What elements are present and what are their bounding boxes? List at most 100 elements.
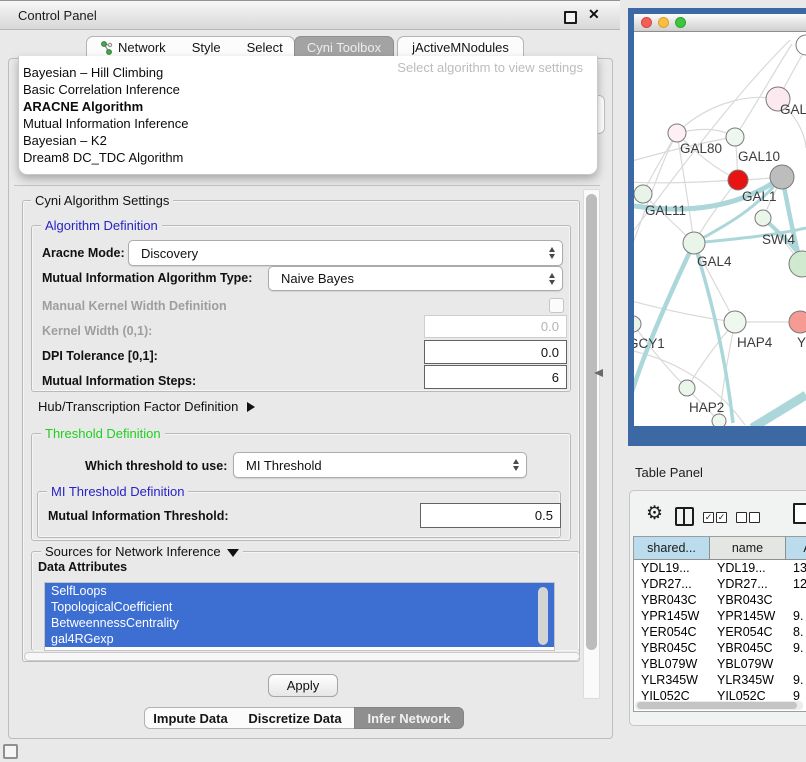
- zoom-window-icon[interactable]: [675, 17, 686, 28]
- gear-icon[interactable]: ⚙: [646, 502, 663, 525]
- column-header-1[interactable]: shared...: [634, 537, 710, 559]
- table-cell: YDR27...: [710, 577, 786, 591]
- table-row[interactable]: YBL079WYBL079W: [634, 656, 806, 672]
- tab-infer-network-label: Infer Network: [367, 711, 450, 726]
- attribute-list-item[interactable]: TopologicalCoefficient: [45, 599, 554, 615]
- dpi-tolerance-field[interactable]: 0.0: [424, 340, 567, 364]
- data-attributes-list[interactable]: SelfLoopsTopologicalCoefficientBetweenne…: [44, 582, 555, 651]
- checked-checkbox-icon[interactable]: ✓: [716, 512, 727, 523]
- tab-jactivemnodules[interactable]: jActiveMNodules: [397, 36, 524, 58]
- algorithm-option[interactable]: ARACNE Algorithm: [23, 99, 583, 116]
- node-table: shared...nameA YDL19...YDL19...13YDR27..…: [633, 536, 806, 712]
- network-node-GAL11[interactable]: [634, 185, 652, 203]
- mi-steps-label: Mutual Information Steps:: [42, 374, 196, 388]
- network-canvas[interactable]: GALGAL80GAL10GAL1GAL11SWI4GAL4GCY1HAP4YH…: [634, 33, 806, 426]
- hub-definition-expander[interactable]: Hub/Transcription Factor Definition: [38, 399, 255, 414]
- tab-discretize-data[interactable]: Discretize Data: [236, 707, 355, 729]
- float-panel-icon[interactable]: [564, 11, 577, 24]
- network-node-GCY1[interactable]: [634, 316, 641, 332]
- table-row[interactable]: YPR145WYPR145W9.: [634, 608, 806, 624]
- panel-vertical-scrollbar[interactable]: [583, 189, 600, 699]
- network-node-GAL4[interactable]: [683, 232, 705, 254]
- mi-steps-field[interactable]: 6: [424, 365, 567, 389]
- attribute-list-item[interactable]: gal4RGexp: [45, 631, 554, 647]
- column-header-3[interactable]: A: [786, 537, 806, 559]
- aracne-mode-label: Aracne Mode:: [42, 246, 125, 260]
- unchecked-checkbox-icon[interactable]: [736, 512, 747, 523]
- tab-network[interactable]: Network: [87, 37, 179, 58]
- scrollbar-thumb[interactable]: [586, 194, 597, 650]
- table-horizontal-scrollbar[interactable]: [635, 701, 803, 710]
- tab-jactivemnodules-label: jActiveMNodules: [412, 40, 509, 55]
- algorithm-option[interactable]: Bayesian – K2: [23, 133, 583, 150]
- minimize-window-icon[interactable]: [658, 17, 669, 28]
- checked-checkbox-icon[interactable]: ✓: [703, 512, 714, 523]
- tab-style[interactable]: Style: [179, 37, 234, 58]
- control-panel-title: Control Panel: [18, 8, 97, 23]
- network-node[interactable]: [770, 165, 794, 189]
- tab-infer-network[interactable]: Infer Network: [354, 707, 464, 729]
- table-row[interactable]: YDL19...YDL19...13: [634, 560, 806, 576]
- table-row[interactable]: YLR345WYLR345W9.: [634, 672, 806, 688]
- close-window-icon[interactable]: [641, 17, 652, 28]
- mi-type-label: Mutual Information Algorithm Type:: [42, 271, 252, 285]
- attribute-list-item[interactable]: BetweennessCentrality: [45, 615, 554, 631]
- sources-legend[interactable]: Sources for Network Inference: [41, 544, 243, 559]
- tab-select[interactable]: Select: [234, 37, 296, 58]
- table-row[interactable]: YIL052CYIL052C9: [634, 688, 806, 701]
- algorithm-option[interactable]: Mutual Information Inference: [23, 116, 583, 133]
- table-row[interactable]: YDR27...YDR27...12: [634, 576, 806, 592]
- table-row[interactable]: YBR045CYBR045C9.: [634, 640, 806, 656]
- expand-arrow-icon: [247, 402, 255, 412]
- table-header-row: shared...nameA: [634, 537, 806, 560]
- close-panel-icon[interactable]: ✕: [588, 6, 600, 23]
- table-panel-title: Table Panel: [635, 465, 703, 480]
- table-cell: YBL079W: [710, 657, 786, 671]
- table-cell: 9: [786, 689, 806, 701]
- list-scrollbar-thumb[interactable]: [538, 587, 548, 645]
- tab-cyni-toolbox[interactable]: Cyni Toolbox: [294, 36, 394, 58]
- split-columns-icon[interactable]: [675, 507, 694, 526]
- apply-button[interactable]: Apply: [268, 674, 338, 697]
- unchecked-checkbox-icon[interactable]: [749, 512, 760, 523]
- kernel-width-field[interactable]: 0.0: [424, 315, 567, 338]
- node-label-Y: Y: [797, 335, 806, 350]
- hub-definition-label: Hub/Transcription Factor Definition: [38, 399, 238, 414]
- algorithm-option[interactable]: Dream8 DC_TDC Algorithm: [23, 150, 583, 167]
- network-node[interactable]: [712, 414, 726, 426]
- network-node-HAP4[interactable]: [724, 311, 746, 333]
- scrollbar-thumb[interactable]: [637, 702, 797, 709]
- mi-threshold-value: 0.5: [535, 508, 553, 523]
- network-node-Y[interactable]: [789, 311, 806, 333]
- network-node-GAL1[interactable]: [728, 170, 748, 190]
- network-node-HAP2[interactable]: [679, 380, 695, 396]
- algorithm-option[interactable]: Basic Correlation Inference: [23, 82, 583, 99]
- minimized-panel-icon[interactable]: [3, 744, 18, 759]
- tab-cyni-toolbox-label: Cyni Toolbox: [307, 40, 381, 55]
- network-node-GAL10[interactable]: [726, 128, 744, 146]
- mi-algorithm-type-select[interactable]: Naive Bayes: [268, 266, 563, 291]
- network-node[interactable]: [789, 251, 806, 277]
- attribute-list-item[interactable]: SelfLoops: [45, 583, 554, 599]
- table-row[interactable]: YBR043CYBR043C: [634, 592, 806, 608]
- cyni-settings-legend: Cyni Algorithm Settings: [31, 193, 173, 208]
- document-icon[interactable]: [793, 503, 806, 524]
- node-label-HAP2: HAP2: [689, 400, 724, 415]
- tab-impute-data[interactable]: Impute Data: [144, 707, 237, 729]
- network-node-SWI4[interactable]: [755, 210, 771, 226]
- table-cell: YPR145W: [710, 609, 786, 623]
- network-window-titlebar[interactable]: [634, 14, 806, 32]
- panel-horizontal-scrollbar[interactable]: [24, 652, 580, 661]
- node-label-HAP4: HAP4: [737, 335, 773, 350]
- mi-steps-value: 6: [552, 370, 559, 385]
- network-node-GAL80[interactable]: [668, 124, 686, 142]
- aracne-mode-select[interactable]: Discovery: [128, 240, 563, 266]
- column-header-2[interactable]: name: [710, 537, 786, 559]
- network-node[interactable]: [796, 35, 806, 55]
- manual-kernel-checkbox[interactable]: [549, 298, 564, 313]
- table-row[interactable]: YER054CYER054C8.: [634, 624, 806, 640]
- tab-discretize-data-label: Discretize Data: [248, 711, 341, 726]
- which-threshold-select[interactable]: MI Threshold: [233, 452, 527, 478]
- mi-threshold-field[interactable]: 0.5: [420, 503, 561, 528]
- algorithm-option[interactable]: Bayesian – Hill Climbing: [23, 65, 583, 82]
